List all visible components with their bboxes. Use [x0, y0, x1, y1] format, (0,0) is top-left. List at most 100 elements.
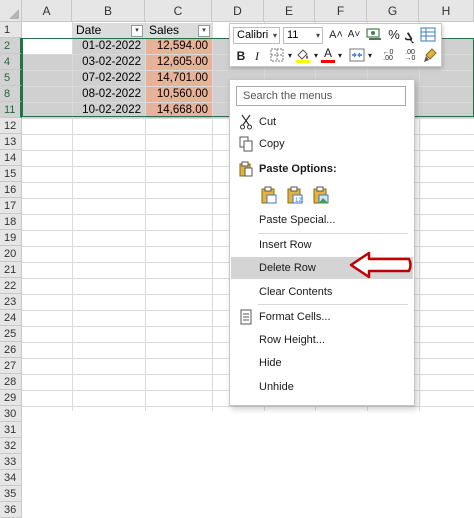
borders-icon — [270, 48, 284, 62]
chevron-down-icon: ▾ — [272, 31, 277, 40]
column-header-A[interactable]: A — [22, 0, 72, 22]
row-header-21[interactable]: 21 — [0, 262, 22, 278]
row-header-30[interactable]: 30 — [0, 406, 22, 422]
menu-item-label: Hide — [259, 357, 282, 369]
row-header-32[interactable]: 32 — [0, 438, 22, 454]
format-cells-icon — [240, 309, 252, 325]
sales-cell[interactable]: 12,605.00 — [146, 55, 212, 70]
row-header-17[interactable]: 17 — [0, 198, 22, 214]
menu-search-input[interactable]: Search the menus — [236, 86, 406, 106]
row-header-35[interactable]: 35 — [0, 486, 22, 502]
increase-decimal-button[interactable]: ←0.00 — [378, 49, 398, 62]
font-color-button[interactable]: A — [320, 46, 336, 63]
date-cell[interactable]: 10-02-2022 — [73, 103, 145, 118]
copy-icon — [239, 136, 253, 152]
percent-style-button[interactable]: % — [387, 27, 401, 43]
row-header-2[interactable]: 2 — [0, 38, 22, 54]
active-cell[interactable] — [22, 38, 72, 54]
row-header-19[interactable]: 19 — [0, 230, 22, 246]
column-header-E[interactable]: E — [264, 0, 315, 22]
row-header-28[interactable]: 28 — [0, 374, 22, 390]
row-header-26[interactable]: 26 — [0, 342, 22, 358]
chevron-down-icon[interactable]: ▾ — [312, 48, 320, 64]
row-header-11[interactable]: 11 — [0, 102, 22, 118]
row-header-27[interactable]: 27 — [0, 358, 22, 374]
menu-item-label: Insert Row — [259, 239, 312, 251]
paint-bucket-icon — [296, 49, 310, 63]
menu-item-cut[interactable]: Cut — [231, 111, 413, 133]
format-table-button[interactable] — [419, 27, 437, 46]
date-cell[interactable]: 07-02-2022 — [73, 71, 145, 86]
date-cell[interactable]: 08-02-2022 — [73, 87, 145, 102]
row-header-8[interactable]: 8 — [0, 86, 22, 102]
menu-item-unhide[interactable]: Unhide — [231, 376, 413, 398]
row-header-24[interactable]: 24 — [0, 310, 22, 326]
bold-button[interactable]: B — [234, 48, 248, 64]
column-header-B[interactable]: B — [72, 0, 145, 22]
paste-picture-icon[interactable] — [313, 186, 329, 204]
row-header-22[interactable]: 22 — [0, 278, 22, 294]
row-header-15[interactable]: 15 — [0, 166, 22, 182]
grow-font-button[interactable]: A˄ — [328, 27, 344, 43]
row-header-33[interactable]: 33 — [0, 454, 22, 470]
sales-filter-button[interactable]: ▾ — [198, 25, 210, 37]
paste-icon[interactable] — [261, 186, 277, 204]
date-filter-button[interactable]: ▾ — [131, 25, 143, 37]
menu-item-hide[interactable]: Hide — [231, 352, 413, 374]
svg-text:123: 123 — [295, 198, 303, 204]
column-header-G[interactable]: G — [367, 0, 419, 22]
row-header-18[interactable]: 18 — [0, 214, 22, 230]
font-name-box[interactable]: Calibri ▾ — [233, 27, 280, 44]
menu-item-copy[interactable]: Copy — [231, 133, 413, 155]
sales-cell[interactable]: 14,701.00 — [146, 71, 212, 86]
column-header-D[interactable]: D — [212, 0, 264, 22]
fill-color-swatch — [296, 60, 310, 63]
select-all-corner[interactable] — [0, 0, 22, 22]
mini-toolbar: Calibri ▾ 11 ▾ A˄ A˅ % ܓ B I ▾ ▾ A ▾ ▾ ←… — [229, 23, 442, 67]
column-header-F[interactable]: F — [315, 0, 367, 22]
date-cell[interactable]: 03-02-2022 — [73, 55, 145, 70]
date-cell[interactable]: 01-02-2022 — [73, 39, 145, 54]
row-header-34[interactable]: 34 — [0, 470, 22, 486]
row-header-31[interactable]: 31 — [0, 422, 22, 438]
row-header-4[interactable]: 4 — [0, 54, 22, 70]
row-header-36[interactable]: 36 — [0, 502, 22, 518]
sales-cell[interactable]: 12,594.00 — [146, 39, 212, 54]
sales-cell[interactable]: 14,668.00 — [146, 103, 212, 118]
paste-formulas-icon[interactable]: 123 — [287, 186, 303, 204]
merge-center-button[interactable] — [348, 48, 366, 66]
fill-color-button[interactable] — [294, 48, 312, 68]
borders-button[interactable] — [268, 48, 286, 66]
menu-item-label: Delete Row — [259, 262, 316, 274]
row-header-12[interactable]: 12 — [0, 118, 22, 134]
italic-button[interactable]: I — [250, 48, 264, 64]
row-header-20[interactable]: 20 — [0, 246, 22, 262]
font-size-box[interactable]: 11 ▾ — [283, 27, 323, 44]
menu-item-label: Clear Contents — [259, 286, 333, 298]
menu-item-paste-special[interactable]: Paste Special... — [231, 209, 413, 231]
column-header-H[interactable]: H — [419, 0, 474, 22]
row-header-1[interactable]: 1 — [0, 22, 22, 38]
menu-item-format-cells[interactable]: Format Cells... — [231, 306, 413, 328]
chevron-down-icon[interactable]: ▾ — [286, 48, 294, 64]
row-header-5[interactable]: 5 — [0, 70, 22, 86]
menu-item-clear-contents[interactable]: Clear Contents — [231, 281, 413, 303]
row-header-13[interactable]: 13 — [0, 134, 22, 150]
comma-style-button[interactable]: ܓ — [403, 27, 415, 43]
sales-cell[interactable]: 10,560.00 — [146, 87, 212, 102]
menu-item-row-height[interactable]: Row Height... — [231, 329, 413, 351]
currency-format-button[interactable] — [364, 27, 384, 45]
row-header-29[interactable]: 29 — [0, 390, 22, 406]
decrease-decimal-button[interactable]: .00 →0 — [400, 49, 420, 62]
row-header-16[interactable]: 16 — [0, 182, 22, 198]
menu-item-label: Paste Special... — [259, 214, 336, 226]
row-header-14[interactable]: 14 — [0, 150, 22, 166]
row-header-25[interactable]: 25 — [0, 326, 22, 342]
row-header-23[interactable]: 23 — [0, 294, 22, 310]
shrink-font-button[interactable]: A˅ — [346, 27, 362, 43]
format-painter-button[interactable] — [422, 48, 438, 67]
scissors-icon — [240, 114, 252, 130]
column-header-C[interactable]: C — [145, 0, 212, 22]
chevron-down-icon[interactable]: ▾ — [336, 48, 344, 64]
chevron-down-icon[interactable]: ▾ — [366, 48, 374, 64]
